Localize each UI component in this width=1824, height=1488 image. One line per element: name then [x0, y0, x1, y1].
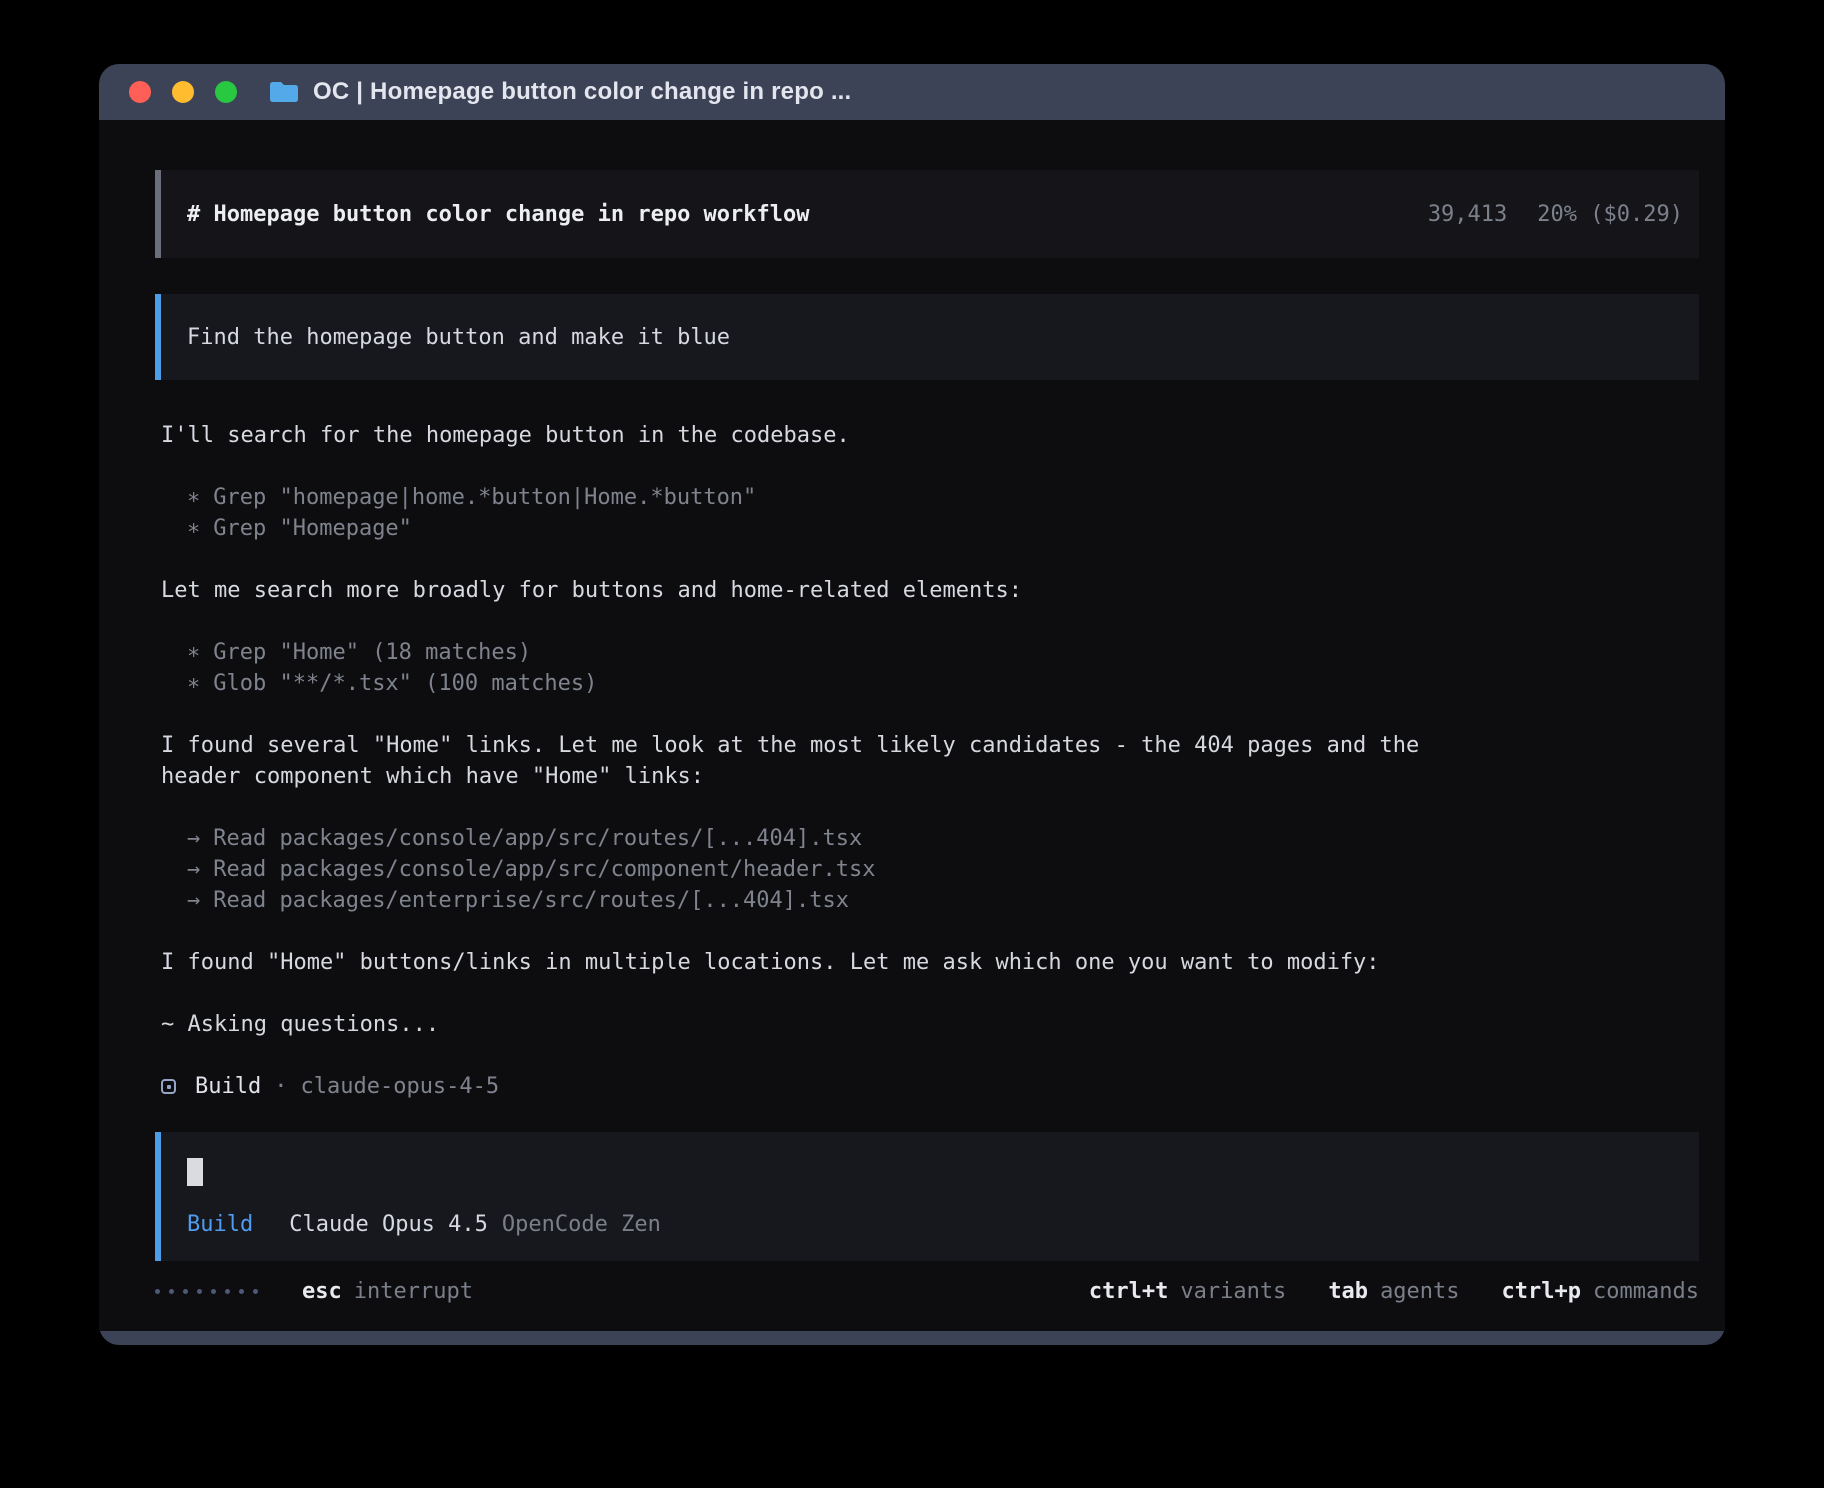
shortcut-interrupt: esc interrupt — [302, 1279, 473, 1304]
tool-bullet-icon: ∗ — [187, 485, 200, 510]
session-stats: 39,413 20% ($0.29) — [1428, 202, 1683, 227]
tool-bullet-icon: ∗ — [187, 516, 200, 541]
tool-call-label: Glob "**/*.tsx" (100 matches) — [213, 671, 597, 696]
tool-call-label: Read packages/enterprise/src/routes/[...… — [213, 888, 849, 913]
model-id: claude-opus-4-5 — [300, 1071, 499, 1102]
tool-call-label: Grep "homepage|home.*button|Home.*button… — [213, 485, 756, 510]
agent-status-line: Build · claude-opus-4-5 — [161, 1071, 1699, 1102]
shortcut-agents: tab agents — [1328, 1279, 1459, 1304]
assistant-transcript: I'll search for the homepage button in t… — [155, 420, 1699, 1102]
tool-call-grep: ∗ Grep "Homepage" — [187, 513, 1699, 544]
tool-bullet-icon: ∗ — [187, 640, 200, 665]
tool-call-label: Grep "Homepage" — [213, 516, 412, 541]
statusbar-right: ctrl+t variants tab agents ctrl+p comman… — [1089, 1279, 1699, 1304]
input-meta-line: Build Claude Opus 4.5 OpenCode Zen — [187, 1212, 1673, 1237]
assistant-working-status: ~ Asking questions... — [161, 1009, 1471, 1040]
text-cursor — [187, 1158, 203, 1186]
tool-call-label: Read packages/console/app/src/component/… — [213, 857, 875, 882]
arrow-right-icon: → — [187, 826, 200, 851]
assistant-paragraph: Let me search more broadly for buttons a… — [161, 575, 1471, 606]
folder-icon — [269, 80, 299, 104]
tool-call-label: Grep "Home" (18 matches) — [213, 640, 531, 665]
shortcut-label: interrupt — [354, 1279, 473, 1304]
tool-call-group: → Read packages/console/app/src/routes/[.… — [161, 823, 1699, 916]
shortcut-label: agents — [1380, 1279, 1459, 1304]
status-bar: esc interrupt ctrl+t variants tab agents… — [155, 1279, 1699, 1304]
arrow-right-icon: → — [187, 888, 200, 913]
provider-label: OpenCode Zen — [502, 1212, 661, 1237]
zoom-button[interactable] — [215, 81, 237, 103]
shortcut-key: tab — [1328, 1279, 1368, 1304]
window-titlebar[interactable]: OC | Homepage button color change in rep… — [99, 64, 1725, 120]
tool-call-glob: ∗ Glob "**/*.tsx" (100 matches) — [187, 668, 1699, 699]
window-title: OC | Homepage button color change in rep… — [313, 78, 851, 106]
progress-dots-icon — [155, 1289, 258, 1294]
terminal-window: OC | Homepage button color change in rep… — [99, 64, 1725, 1345]
context-usage: 20% ($0.29) — [1537, 202, 1683, 227]
shortcut-key: esc — [302, 1279, 342, 1304]
assistant-paragraph: I found "Home" buttons/links in multiple… — [161, 947, 1471, 978]
tool-call-group: ∗ Grep "homepage|home.*button|Home.*butto… — [161, 482, 1699, 544]
tool-bullet-icon: ∗ — [187, 671, 200, 696]
session-header: # Homepage button color change in repo w… — [155, 170, 1699, 258]
tool-call-read: → Read packages/console/app/src/routes/[.… — [187, 823, 1699, 854]
active-agent-label[interactable]: Build — [187, 1212, 253, 1237]
shortcut-commands: ctrl+p commands — [1502, 1279, 1699, 1304]
user-message-text: Find the homepage button and make it blu… — [187, 325, 730, 350]
tool-call-label: Read packages/console/app/src/routes/[..… — [213, 826, 862, 851]
tool-call-group: ∗ Grep "Home" (18 matches) ∗ Glob "**/*.ts… — [161, 637, 1699, 699]
agent-box-icon — [161, 1079, 176, 1094]
tool-call-read: → Read packages/console/app/src/component… — [187, 854, 1699, 885]
tool-call-grep: ∗ Grep "homepage|home.*button|Home.*butto… — [187, 482, 1699, 513]
user-message: Find the homepage button and make it blu… — [155, 294, 1699, 380]
close-button[interactable] — [129, 81, 151, 103]
assistant-paragraph: I'll search for the homepage button in t… — [161, 420, 1471, 451]
statusbar-left: esc interrupt — [155, 1279, 473, 1304]
separator-dot: · — [274, 1071, 287, 1102]
active-model-label[interactable]: Claude Opus 4.5 — [289, 1212, 488, 1237]
tool-call-read: → Read packages/enterprise/src/routes/[..… — [187, 885, 1699, 916]
shortcut-label: variants — [1180, 1279, 1286, 1304]
session-title: # Homepage button color change in repo w… — [187, 202, 810, 227]
assistant-paragraph: I found several "Home" links. Let me loo… — [161, 730, 1471, 792]
minimize-button[interactable] — [172, 81, 194, 103]
traffic-lights — [129, 81, 237, 103]
shortcut-key: ctrl+p — [1502, 1279, 1581, 1304]
token-count: 39,413 — [1428, 202, 1507, 227]
shortcut-label: commands — [1593, 1279, 1699, 1304]
agent-name: Build — [195, 1071, 261, 1102]
prompt-input[interactable]: Build Claude Opus 4.5 OpenCode Zen — [155, 1132, 1699, 1261]
shortcut-variants: ctrl+t variants — [1089, 1279, 1286, 1304]
shortcut-key: ctrl+t — [1089, 1279, 1168, 1304]
terminal-content: # Homepage button color change in repo w… — [99, 120, 1725, 1331]
arrow-right-icon: → — [187, 857, 200, 882]
tool-call-grep: ∗ Grep "Home" (18 matches) — [187, 637, 1699, 668]
